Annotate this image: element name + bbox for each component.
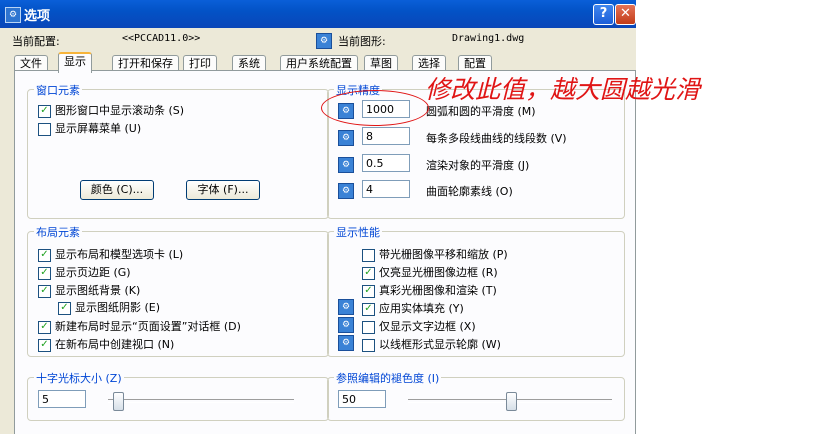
checkbox-label: 真彩光栅图像和渲染 (T) [379,284,497,297]
checkbox-box: ✓ [362,284,375,298]
group-title: 布局元素 [34,224,82,240]
xref-fade-group: 参照编辑的褪色度 (I) 50 [327,370,625,421]
checkbox-box: ✓ [58,301,71,315]
layout-tabs-checkbox[interactable]: ✓ 显示布局和模型选项卡 (L) [38,246,184,262]
group-title: 显示性能 [334,224,382,240]
tab-profiles[interactable]: 配置 [458,55,492,71]
checkbox-box: ✓ [362,302,375,316]
checkbox-box: ✓ [38,284,51,298]
checkbox-label: 仅亮显光栅图像边框 (R) [379,266,498,279]
screen-menu-checkbox[interactable]: 显示屏幕菜单 (U) [38,120,142,136]
drawing-saved-icon: ⚙ [338,183,354,199]
polyline-segments-label: 每条多段线曲线的线段数 (V) [426,132,567,145]
paper-shadow-checkbox[interactable]: ✓ 显示图纸阴影 (E) [58,299,161,315]
crosshair-size-input[interactable]: 5 [38,390,86,408]
checkbox-label: 显示布局和模型选项卡 (L) [55,248,184,261]
crosshair-slider-track [108,399,294,403]
checkbox-box [38,122,51,136]
checkbox-label: 图形窗口中显示滚动条 (S) [55,104,185,117]
annotation-text: 修改此值，越大圆越光滑 [425,75,701,104]
group-title: 十字光标大小 (Z) [34,370,124,386]
drawing-label: 当前图形: [338,35,386,48]
raster-pan-zoom-checkbox[interactable]: 带光栅图像平移和缩放 (P) [362,246,508,262]
display-panel: 窗口元素 ✓ 图形窗口中显示滚动条 (S) 显示屏幕菜单 (U) 颜色 (C)..… [14,70,636,434]
checkbox-label: 应用实体填充 (Y) [379,302,464,315]
silhouette-checkbox[interactable]: 以线框形式显示轮廓 (W) [362,336,501,352]
paper-background-checkbox[interactable]: ✓ 显示图纸背景 (K) [38,282,141,298]
colors-button[interactable]: 颜色 (C)... [80,180,154,200]
tab-selection[interactable]: 选择 [412,55,446,71]
create-viewport-checkbox[interactable]: ✓ 在新布局中创建视口 (N) [38,336,175,352]
checkbox-box: ✓ [38,248,51,262]
window-elements-group: 窗口元素 ✓ 图形窗口中显示滚动条 (S) 显示屏幕菜单 (U) 颜色 (C)..… [27,82,329,219]
checkbox-label: 显示屏幕菜单 (U) [55,122,142,135]
group-title: 参照编辑的褪色度 (I) [334,370,442,386]
close-button[interactable]: ✕ [615,4,636,25]
display-performance-group: 显示性能 带光栅图像平移和缩放 (P) ✓ 仅亮显光栅图像边框 (R) ✓ 真彩光栅… [327,224,625,357]
checkbox-box: ✓ [38,104,51,118]
tab-open-save[interactable]: 打开和保存 [112,55,179,71]
checkbox-box [362,248,375,262]
profile-label: 当前配置: [12,35,60,48]
drawing-icon: ⚙ [316,33,332,49]
checkbox-box: ✓ [38,338,51,352]
scrollbars-checkbox[interactable]: ✓ 图形窗口中显示滚动条 (S) [38,102,185,118]
checkbox-label: 显示页边距 (G) [55,266,131,279]
text-frame-checkbox[interactable]: 仅显示文字边框 (X) [362,318,476,334]
raster-frame-checkbox[interactable]: ✓ 仅亮显光栅图像边框 (R) [362,264,498,280]
crosshair-group: 十字光标大小 (Z) 5 [27,370,329,421]
drawing-saved-icon: ⚙ [338,130,354,146]
tab-display[interactable]: 显示 [58,52,92,73]
polyline-segments-input[interactable]: 8 [362,127,410,145]
layout-elements-group: 布局元素 ✓ 显示布局和模型选项卡 (L) ✓ 显示页边距 (G) ✓ 显示图纸背景 … [27,224,329,357]
xref-fade-input[interactable]: 50 [338,390,386,408]
drawing-value: Drawing1.dwg [452,33,525,44]
tab-system[interactable]: 系统 [232,55,266,71]
checkbox-label: 带光栅图像平移和缩放 (P) [379,248,508,261]
checkbox-box: ✓ [38,266,51,280]
xref-fade-slider-thumb[interactable] [506,392,517,411]
checkbox-label: 仅显示文字边框 (X) [379,320,476,333]
tab-plot[interactable]: 打印 [183,55,217,71]
checkbox-label: 显示图纸背景 (K) [55,284,141,297]
tab-user-preferences[interactable]: 用户系统配置 [280,55,358,71]
printable-area-checkbox[interactable]: ✓ 显示页边距 (G) [38,264,131,280]
render-smoothness-label: 渲染对象的平滑度 (J) [426,159,530,172]
drawing-saved-icon: ⚙ [338,335,354,351]
window-title: 选项 [24,9,51,24]
page-setup-checkbox[interactable]: ✓ 新建布局时显示“页面设置”对话框 (D) [38,318,241,334]
checkbox-box [362,320,375,334]
title-bar[interactable]: ⚙ 选项 ? ✕ [0,0,636,28]
solid-fill-checkbox[interactable]: ✓ 应用实体填充 (Y) [362,300,464,316]
drawing-saved-icon: ⚙ [338,299,354,315]
help-button[interactable]: ? [593,4,614,25]
drawing-saved-icon: ⚙ [338,157,354,173]
tab-drafting[interactable]: 草图 [364,55,398,71]
checkbox-box: ✓ [38,320,51,334]
group-title: 窗口元素 [34,82,82,98]
render-smoothness-input[interactable]: 0.5 [362,154,410,172]
checkbox-box [362,338,375,352]
profile-value: <<PCCAD11.0>> [122,33,201,44]
checkbox-label: 新建布局时显示“页面设置”对话框 (D) [55,320,241,333]
options-icon: ⚙ [5,7,21,23]
annotation-ellipse [321,90,429,126]
tab-files[interactable]: 文件 [14,55,48,71]
checkbox-label: 显示图纸阴影 (E) [75,301,161,314]
contour-lines-label: 曲面轮廓素线 (O) [426,185,513,198]
checkbox-label: 在新布局中创建视口 (N) [55,338,175,351]
checkbox-box: ✓ [362,266,375,280]
contour-lines-input[interactable]: 4 [362,180,410,198]
true-color-checkbox[interactable]: ✓ 真彩光栅图像和渲染 (T) [362,282,497,298]
fonts-button[interactable]: 字体 (F)... [186,180,260,200]
checkbox-label: 以线框形式显示轮廓 (W) [379,338,501,351]
options-dialog: ⚙ 选项 ? ✕ 当前配置: <<PCCAD11.0>> ⚙ 当前图形: Dra… [0,0,636,434]
crosshair-slider-thumb[interactable] [113,392,125,411]
drawing-saved-icon: ⚙ [338,317,354,333]
